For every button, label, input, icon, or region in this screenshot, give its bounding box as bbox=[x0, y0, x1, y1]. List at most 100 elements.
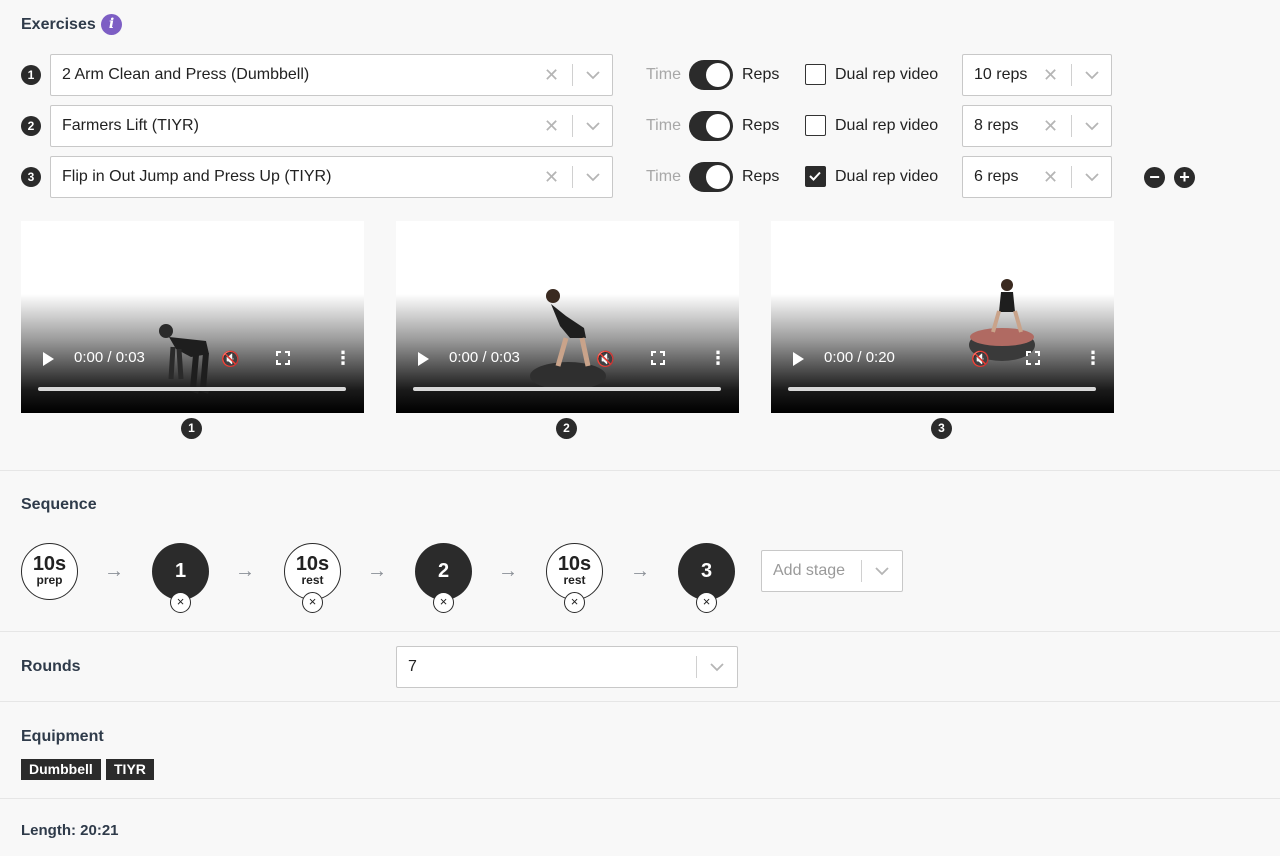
dual-rep-checkbox[interactable] bbox=[805, 166, 826, 187]
video-time: 0:00 / 0:20 bbox=[824, 349, 895, 366]
info-icon[interactable]: i bbox=[101, 14, 122, 35]
select-separator bbox=[696, 656, 697, 678]
reps-select-value: 10 reps bbox=[974, 66, 1028, 83]
more-options-icon[interactable]: ⋮ bbox=[334, 349, 352, 367]
stage-duration: 10s bbox=[295, 553, 330, 575]
add-stage-placeholder: Add stage bbox=[773, 562, 846, 579]
exercise-row: 3 Flip in Out Jump and Press Up (TIYR) ✕… bbox=[0, 156, 1280, 198]
volume-icon[interactable]: 🔇 bbox=[971, 350, 990, 368]
fullscreen-icon[interactable] bbox=[276, 351, 290, 365]
remove-stage-button[interactable]: × bbox=[564, 592, 585, 613]
remove-exercise-button[interactable]: − bbox=[1144, 167, 1165, 188]
reps-label: Reps bbox=[742, 168, 780, 185]
clear-icon[interactable]: ✕ bbox=[1043, 157, 1058, 197]
chevron-down-icon[interactable] bbox=[709, 659, 725, 675]
exercises-title: Exercises bbox=[21, 16, 96, 33]
section-divider bbox=[0, 701, 1280, 702]
clear-icon[interactable]: ✕ bbox=[544, 106, 559, 146]
clear-icon[interactable]: ✕ bbox=[1043, 106, 1058, 146]
fullscreen-icon[interactable] bbox=[1026, 351, 1040, 365]
reps-select-value: 6 reps bbox=[974, 168, 1019, 185]
exercise-number-badge: 1 bbox=[21, 65, 41, 85]
remove-stage-button[interactable]: × bbox=[433, 592, 454, 613]
sequence-arrow: → bbox=[367, 560, 387, 582]
toggle-knob bbox=[706, 63, 730, 87]
more-options-icon[interactable]: ⋮ bbox=[709, 349, 727, 367]
exercise-number-badge: 2 bbox=[21, 116, 41, 136]
reps-label: Reps bbox=[742, 66, 780, 83]
video-progress-bar[interactable] bbox=[788, 387, 1096, 391]
chevron-down-icon[interactable] bbox=[874, 563, 890, 579]
stage-duration: 10s bbox=[32, 553, 67, 575]
time-reps-toggle[interactable] bbox=[689, 162, 733, 192]
time-label: Time bbox=[646, 117, 681, 134]
exercise-select-value: 2 Arm Clean and Press (Dumbbell) bbox=[62, 66, 310, 83]
fullscreen-icon[interactable] bbox=[651, 351, 665, 365]
time-reps-toggle[interactable] bbox=[689, 60, 733, 90]
stage-label: rest bbox=[301, 573, 324, 587]
dual-rep-checkbox[interactable] bbox=[805, 64, 826, 85]
select-separator bbox=[1071, 166, 1072, 188]
play-icon[interactable] bbox=[418, 352, 429, 366]
video-progress-bar[interactable] bbox=[413, 387, 721, 391]
add-exercise-button[interactable]: + bbox=[1174, 167, 1195, 188]
exercise-select[interactable]: Farmers Lift (TIYR) ✕ bbox=[50, 105, 613, 147]
exercise-video-player[interactable]: 0:00 / 0:03 🔇 ⋮ bbox=[396, 221, 739, 413]
volume-icon[interactable]: 🔇 bbox=[221, 350, 240, 368]
video-time: 0:00 / 0:03 bbox=[449, 349, 520, 366]
exercise-select-value: Farmers Lift (TIYR) bbox=[62, 117, 199, 134]
clear-icon[interactable]: ✕ bbox=[544, 55, 559, 95]
chevron-down-icon[interactable] bbox=[585, 169, 601, 185]
exercise-number-badge: 3 bbox=[21, 167, 41, 187]
volume-icon[interactable]: 🔇 bbox=[596, 350, 615, 368]
remove-stage-button[interactable]: × bbox=[302, 592, 323, 613]
stage-duration: 10s bbox=[557, 553, 592, 575]
dual-rep-label: Dual rep video bbox=[835, 66, 939, 83]
reps-select-value: 8 reps bbox=[974, 117, 1019, 134]
exercise-select[interactable]: 2 Arm Clean and Press (Dumbbell) ✕ bbox=[50, 54, 613, 96]
equipment-tag: Dumbbell bbox=[21, 759, 101, 780]
reps-select[interactable]: 6 reps ✕ bbox=[962, 156, 1112, 198]
select-separator bbox=[1071, 64, 1072, 86]
toggle-knob bbox=[706, 165, 730, 189]
sequence-arrow: → bbox=[630, 560, 650, 582]
stage-prep[interactable]: 10s prep bbox=[21, 543, 78, 600]
chevron-down-icon[interactable] bbox=[1084, 67, 1100, 83]
video-number-badge: 3 bbox=[931, 418, 952, 439]
remove-stage-button[interactable]: × bbox=[696, 592, 717, 613]
exercise-row: 2 Farmers Lift (TIYR) ✕ Time Reps Dual r… bbox=[0, 105, 1280, 147]
play-icon[interactable] bbox=[793, 352, 804, 366]
reps-select[interactable]: 8 reps ✕ bbox=[962, 105, 1112, 147]
exercise-video-player[interactable]: 0:00 / 0:03 🔇 ⋮ bbox=[21, 221, 364, 413]
clear-icon[interactable]: ✕ bbox=[1043, 55, 1058, 95]
reps-label: Reps bbox=[742, 117, 780, 134]
play-icon[interactable] bbox=[43, 352, 54, 366]
more-options-icon[interactable]: ⋮ bbox=[1084, 349, 1102, 367]
reps-select[interactable]: 10 reps ✕ bbox=[962, 54, 1112, 96]
rounds-select-value: 7 bbox=[408, 658, 417, 675]
video-number-badge: 2 bbox=[556, 418, 577, 439]
exercise-figure bbox=[530, 289, 606, 390]
chevron-down-icon[interactable] bbox=[1084, 118, 1100, 134]
chevron-down-icon[interactable] bbox=[585, 118, 601, 134]
exercise-video-player[interactable]: 0:00 / 0:20 🔇 ⋮ bbox=[771, 221, 1114, 413]
add-stage-select[interactable]: Add stage bbox=[761, 550, 903, 592]
clear-icon[interactable]: ✕ bbox=[544, 157, 559, 197]
stage-label: prep bbox=[36, 573, 63, 587]
rounds-select[interactable]: 7 bbox=[396, 646, 738, 688]
time-reps-toggle[interactable] bbox=[689, 111, 733, 141]
remove-stage-button[interactable]: × bbox=[170, 592, 191, 613]
sequence-arrow: → bbox=[498, 560, 518, 582]
select-separator bbox=[572, 166, 573, 188]
exercise-select[interactable]: Flip in Out Jump and Press Up (TIYR) ✕ bbox=[50, 156, 613, 198]
chevron-down-icon[interactable] bbox=[585, 67, 601, 83]
time-label: Time bbox=[646, 168, 681, 185]
equipment-tag: TIYR bbox=[106, 759, 154, 780]
section-divider bbox=[0, 470, 1280, 471]
video-number-badge: 1 bbox=[181, 418, 202, 439]
chevron-down-icon[interactable] bbox=[1084, 169, 1100, 185]
select-separator bbox=[1071, 115, 1072, 137]
dual-rep-label: Dual rep video bbox=[835, 168, 939, 185]
video-progress-bar[interactable] bbox=[38, 387, 346, 391]
dual-rep-checkbox[interactable] bbox=[805, 115, 826, 136]
